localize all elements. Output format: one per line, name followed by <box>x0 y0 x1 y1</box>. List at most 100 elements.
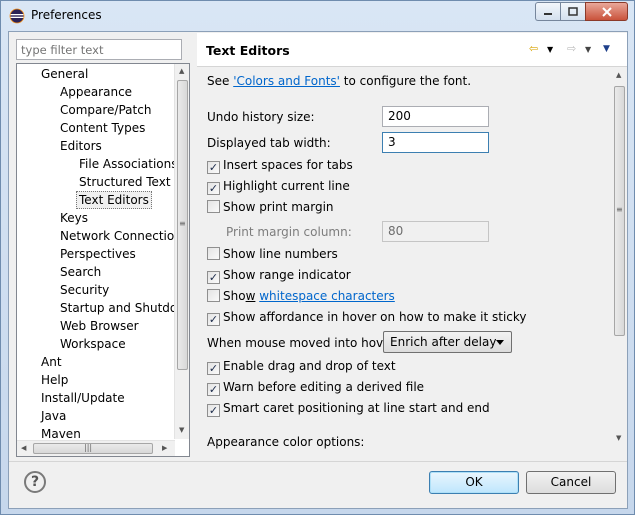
hover-mode-select[interactable]: Enrich after delay <box>383 331 512 353</box>
drag-drop-checkbox[interactable]: ✓ Enable drag and drop of text <box>207 359 396 375</box>
hover-mode-value: Enrich after delay <box>390 335 497 349</box>
smart-caret-label: Smart caret positioning at line start an… <box>223 401 490 415</box>
range-indicator-label: Show range indicator <box>223 268 351 282</box>
tree-item[interactable]: Structured Text E <box>79 173 182 191</box>
tree-item[interactable]: Content Types <box>60 119 145 137</box>
minimize-icon <box>544 12 552 15</box>
text-editors-page: See 'Colors and Fonts' to configure the … <box>197 68 627 458</box>
hint-suffix: to configure the font. <box>339 74 472 88</box>
ok-button[interactable]: OK <box>429 471 519 494</box>
scroll-up-icon[interactable]: ▲ <box>179 67 184 75</box>
tab-width-input[interactable]: 3 <box>382 132 489 153</box>
checkbox-checked-icon[interactable]: ✓ <box>207 161 220 174</box>
range-indicator-checkbox[interactable]: ✓ Show range indicator <box>207 268 351 284</box>
filter-input[interactable] <box>16 39 182 60</box>
insert-spaces-checkbox[interactable]: ✓ Insert spaces for tabs <box>207 158 353 174</box>
tree-item[interactable]: Startup and Shutdo <box>60 299 177 317</box>
page-scroll-thumb[interactable]: ≡ <box>614 86 625 336</box>
tree-hscroll-thumb[interactable]: ||| <box>33 443 153 454</box>
tree-item[interactable]: Help <box>41 371 68 389</box>
forward-menu-icon[interactable]: ▼ <box>585 45 591 54</box>
checkbox-unchecked-icon[interactable] <box>207 247 220 260</box>
print-margin-checkbox[interactable]: Show print margin <box>207 200 334 214</box>
tree-item[interactable]: Web Browser <box>60 317 139 335</box>
tree-item[interactable]: Ant <box>41 353 62 371</box>
tree-item[interactable]: Compare/Patch <box>60 101 151 119</box>
affordance-label: Show affordance in hover on how to make … <box>223 310 527 324</box>
scroll-right-icon[interactable]: ▶ <box>162 444 167 452</box>
view-menu-icon[interactable]: ▼ <box>603 44 610 54</box>
back-arrow-icon[interactable]: ⇦ <box>529 42 538 55</box>
tree-item[interactable]: Network Connectio <box>60 227 174 245</box>
affordance-checkbox[interactable]: ✓ Show affordance in hover on how to make… <box>207 310 527 326</box>
page-header: Text Editors ⇦ ▼ ⇨ ▼ ▼ <box>197 33 627 67</box>
checkbox-unchecked-icon[interactable] <box>207 200 220 213</box>
title-bar[interactable]: Preferences <box>1 1 634 31</box>
checkbox-checked-icon[interactable]: ✓ <box>207 182 220 195</box>
print-margin-label: Show print margin <box>223 200 334 214</box>
pane-sash[interactable] <box>193 32 196 462</box>
tree-horizontal-scrollbar[interactable]: ◀ ||| ▶ <box>17 440 175 456</box>
checkbox-checked-icon[interactable]: ✓ <box>207 313 220 326</box>
line-numbers-label: Show line numbers <box>223 247 338 261</box>
tree-item[interactable]: Java <box>41 407 66 425</box>
checkbox-checked-icon[interactable]: ✓ <box>207 271 220 284</box>
grip-icon: ||| <box>84 443 93 452</box>
page-title: Text Editors <box>206 43 290 58</box>
preference-tree: General Appearance Compare/Patch Content Ty… <box>16 63 190 457</box>
checkbox-unchecked-icon[interactable] <box>207 289 220 302</box>
hover-label: When mouse moved into hover: <box>207 336 400 350</box>
tab-width-label: Displayed tab width: <box>207 136 331 150</box>
minimize-button[interactable] <box>535 2 560 21</box>
tree-item[interactable]: Perspectives <box>60 245 136 263</box>
close-button[interactable] <box>585 2 628 21</box>
tree-item[interactable]: Editors <box>60 137 102 155</box>
appearance-color-options-label: Appearance color options: <box>207 435 365 449</box>
checkbox-checked-icon[interactable]: ✓ <box>207 383 220 396</box>
tree-scroll-thumb[interactable]: ≡ <box>177 80 188 370</box>
scroll-down-icon[interactable]: ▼ <box>179 426 184 434</box>
eclipse-icon <box>9 8 25 24</box>
drag-drop-label: Enable drag and drop of text <box>223 359 396 373</box>
highlight-line-checkbox[interactable]: ✓ Highlight current line <box>207 179 350 195</box>
close-icon <box>601 6 612 17</box>
page-vertical-scrollbar[interactable]: ▲ ≡ ▼ <box>611 68 627 446</box>
tree-item[interactable]: Search <box>60 263 101 281</box>
highlight-line-label: Highlight current line <box>223 179 350 193</box>
dropdown-arrow-icon <box>496 340 504 345</box>
print-margin-column-input: 80 <box>382 221 489 242</box>
grip-icon: ≡ <box>179 219 186 228</box>
scroll-up-icon[interactable]: ▲ <box>616 71 621 79</box>
tree-item[interactable]: Keys <box>60 209 88 227</box>
tree-item[interactable]: Install/Update <box>41 389 125 407</box>
tree-item[interactable]: File Associations <box>79 155 177 173</box>
whitespace-checkbox[interactable]: Show whitespace characters <box>207 289 395 303</box>
back-menu-icon[interactable]: ▼ <box>547 45 553 54</box>
forward-arrow-icon[interactable]: ⇨ <box>567 42 576 55</box>
undo-history-input[interactable]: 200 <box>382 106 489 127</box>
line-numbers-checkbox[interactable]: Show line numbers <box>207 247 338 261</box>
insert-spaces-label: Insert spaces for tabs <box>223 158 353 172</box>
whitespace-label-prefix: Sho <box>223 289 246 303</box>
tree-item[interactable]: Text Editors <box>76 191 152 209</box>
tree-item[interactable]: Appearance <box>60 83 132 101</box>
scroll-left-icon[interactable]: ◀ <box>21 444 26 452</box>
warn-derived-label: Warn before editing a derived file <box>223 380 425 394</box>
tree-item[interactable]: Security <box>60 281 109 299</box>
whitespace-characters-link[interactable]: whitespace characters <box>259 289 395 303</box>
warn-derived-checkbox[interactable]: ✓ Warn before editing a derived file <box>207 380 424 396</box>
checkbox-checked-icon[interactable]: ✓ <box>207 404 220 417</box>
help-button[interactable]: ? <box>24 471 46 493</box>
scroll-down-icon[interactable]: ▼ <box>616 434 621 442</box>
tree-item[interactable]: General <box>41 65 88 83</box>
dialog-client-area: GeneralAppearanceCompare/PatchContent Ty… <box>8 31 628 509</box>
print-margin-column-label: Print margin column: <box>226 225 352 239</box>
tree-vertical-scrollbar[interactable]: ▲ ≡ ▼ <box>174 64 189 439</box>
maximize-button[interactable] <box>560 2 585 21</box>
checkbox-checked-icon[interactable]: ✓ <box>207 362 220 375</box>
tree-item[interactable]: Workspace <box>60 335 126 353</box>
smart-caret-checkbox[interactable]: ✓ Smart caret positioning at line start a… <box>207 401 490 417</box>
cancel-button[interactable]: Cancel <box>526 471 616 494</box>
preferences-window: Preferences GeneralAppearanceCompare/Pat… <box>0 0 635 515</box>
colors-and-fonts-link[interactable]: 'Colors and Fonts' <box>233 74 340 88</box>
